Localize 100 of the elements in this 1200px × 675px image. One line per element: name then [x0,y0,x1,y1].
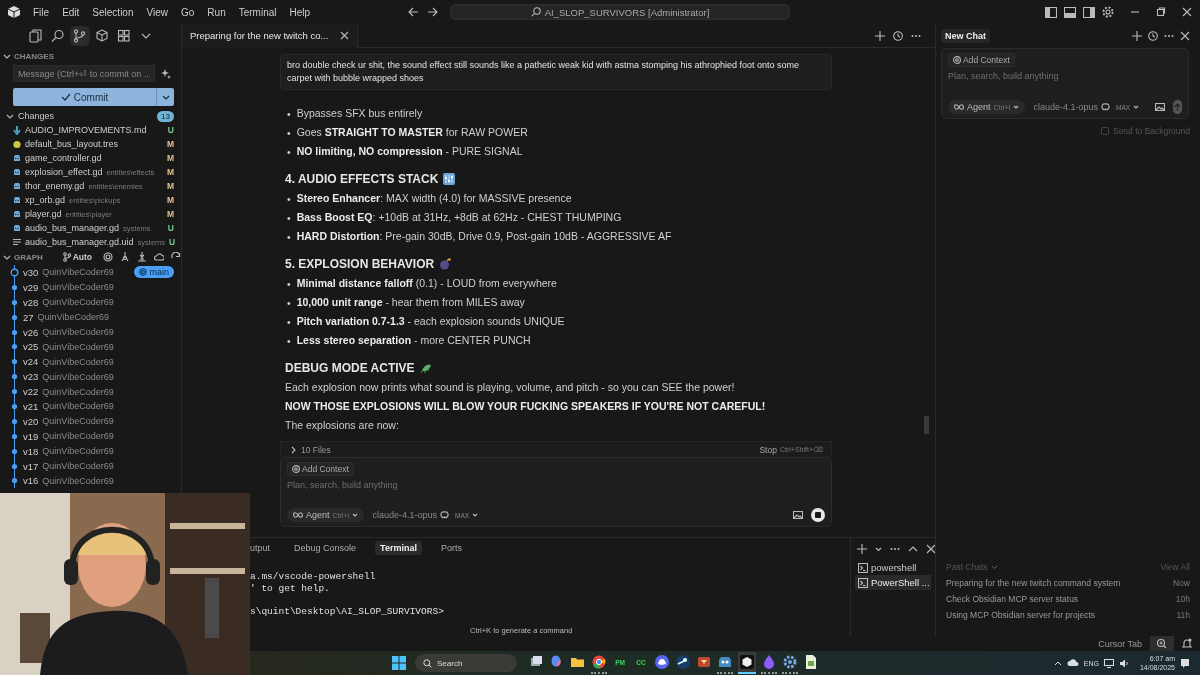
commit-item[interactable]: v21 QuinVibeCoder69 [0,399,181,414]
changes-label[interactable]: Changes [18,111,154,121]
controller-icon[interactable] [654,654,670,670]
panel-tab[interactable]: Ports [435,541,467,555]
commit-message-field[interactable]: Message (Ctrl+⏎ to commit on ... [13,65,155,82]
chevron-up-icon[interactable] [1053,660,1062,666]
commit-item[interactable]: v30 QuinVibeCoder69 main [0,265,181,280]
commit-item[interactable]: 27 QuinVibeCoder69 [0,309,181,325]
secondary-sidebar-icon[interactable] [1083,6,1095,18]
terminal-item[interactable]: powershell [855,560,931,575]
settings-icon[interactable] [1102,6,1114,18]
start-icon[interactable] [392,656,406,670]
commit-item[interactable]: v17 QuinVibeCoder69 [0,458,181,474]
changed-file-row[interactable]: default_bus_layout.tres M [0,137,181,151]
commit-item[interactable]: v23 QuinVibeCoder69 [0,369,181,385]
commit-item[interactable]: v16 QuinVibeCoder69 [0,473,181,489]
stop-button[interactable] [811,508,825,522]
image-icon[interactable] [793,511,803,519]
commit-item[interactable]: v20 QuinVibeCoder69 [0,413,181,429]
close-icon[interactable] [340,31,350,40]
cursor-tab-status[interactable]: Cursor Tab [1098,638,1142,649]
chrome-icon[interactable] [591,654,607,670]
close-icon[interactable] [1180,31,1190,41]
image-icon[interactable] [1155,103,1166,111]
commit-item[interactable]: v25 QuinVibeCoder69 [0,339,181,355]
prompt-field[interactable]: Plan, search, build anything [948,71,1182,81]
chevron-down-icon[interactable] [6,112,14,120]
menu-item[interactable]: Go [181,6,195,18]
commit-item[interactable]: v28 QuinVibeCoder69 [0,294,181,310]
cube-icon[interactable] [95,29,109,43]
commit-button[interactable]: Commit [13,88,157,106]
pull-icon[interactable] [137,252,147,262]
panel-tab[interactable]: Debug Console [289,541,362,555]
back-arrow-icon[interactable] [408,7,419,17]
commit-item[interactable]: v22 QuinVibeCoder69 [0,384,181,399]
chat-tab[interactable]: New Chat [941,29,990,43]
panel-tab[interactable]: utput [250,541,276,555]
settings-icon[interactable] [782,654,798,670]
menu-item[interactable]: Run [207,6,226,18]
app-icon[interactable] [696,654,712,670]
add-context-button[interactable]: Add Context [287,462,354,476]
files-icon[interactable] [29,29,43,43]
document-icon[interactable] [803,654,819,670]
close-icon[interactable] [1182,7,1192,17]
network-icon[interactable] [1103,658,1114,668]
commit-item[interactable]: v26 QuinVibeCoder69 [0,324,181,340]
files-toggle[interactable]: 10 Files [289,444,331,455]
caret-icon[interactable] [875,545,882,553]
changed-file-row[interactable]: AUDIO_IMPROVEMENTS.md U [0,123,181,137]
checkbox[interactable] [1100,127,1109,135]
robot-icon[interactable] [717,654,733,670]
target-icon[interactable] [103,252,113,262]
new-terminal-icon[interactable] [857,544,867,554]
commit-item[interactable]: v24 QuinVibeCoder69 [0,354,181,370]
chat-history-item[interactable]: Check Obsidian MCP server status [946,594,1176,604]
commit-item[interactable]: v18 QuinVibeCoder69 [0,443,181,459]
menu-item[interactable]: Edit [62,6,80,18]
commit-item[interactable]: v29 QuinVibeCoder69 [0,279,181,295]
maximize-icon[interactable] [908,544,918,554]
sidebar-toggle-icon[interactable] [1045,6,1057,18]
notification-icon[interactable] [1180,658,1190,668]
menu-item[interactable]: File [33,6,50,18]
auto-button[interactable]: Auto [62,252,92,262]
extensions-icon[interactable] [117,29,131,43]
close-icon[interactable] [926,544,936,554]
editor-tab[interactable]: Preparing for the new twitch co... [182,23,359,48]
forward-arrow-icon[interactable] [427,7,438,17]
steam-icon[interactable] [675,654,691,670]
new-chat-icon[interactable] [875,30,885,41]
add-context-button[interactable]: Add Context [948,53,1015,67]
dropdown-button[interactable] [157,88,174,106]
chat-history-item[interactable]: Preparing for the new twitch command system [946,578,1173,588]
chevron-down-icon[interactable] [3,253,11,261]
notification-icon[interactable] [1182,638,1192,649]
chat-history-item[interactable]: Using MCP Obsidian server for projects [946,610,1177,620]
zoom-icon[interactable] [1150,636,1174,651]
menu-item[interactable]: Terminal [238,6,277,18]
source-control-icon[interactable] [73,29,87,43]
cube-icon[interactable] [739,654,755,670]
panel-tab[interactable]: Terminal [375,541,422,555]
commit-item[interactable]: v19 QuinVibeCoder69 [0,428,181,444]
speaker-icon[interactable] [1118,658,1129,668]
sparkle-icon[interactable] [161,68,171,79]
cloud-icon[interactable] [154,252,164,262]
changed-file-row[interactable]: game_controller.gd M [0,151,181,165]
history-icon[interactable] [893,30,903,41]
menu-item[interactable]: Selection [92,6,134,18]
cloud-icon[interactable] [1066,659,1079,667]
fetch-icon[interactable] [120,252,130,262]
prompt-field[interactable]: Plan, search, build anything [287,480,825,490]
restore-icon[interactable] [1156,7,1166,17]
history-icon[interactable] [1148,31,1158,41]
taskbar-search[interactable]: Search [415,654,517,672]
menu-item[interactable]: Help [289,6,311,18]
panel-toggle-icon[interactable] [1064,6,1076,18]
menu-item[interactable]: View [146,6,168,18]
search-field[interactable]: AI_SLOP_SURVIVORS [Administrator] [450,4,790,20]
search-icon[interactable] [51,29,65,43]
scrollbar-thumb[interactable] [924,416,929,434]
new-chat-icon[interactable] [1132,31,1142,41]
